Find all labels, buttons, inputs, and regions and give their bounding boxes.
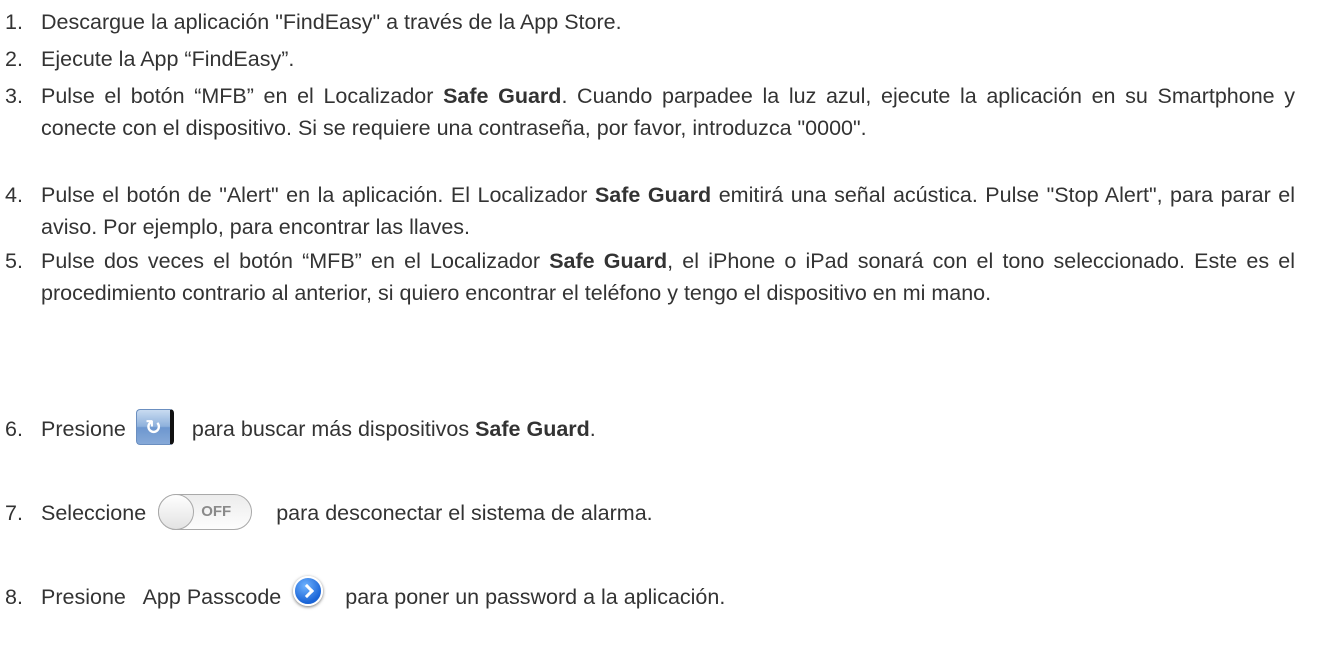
step-text: Pulse dos veces el botón “MFB” en el Loc… bbox=[41, 249, 1296, 305]
step-text: Ejecute la App “FindEasy”. bbox=[41, 47, 295, 71]
step-5: 5. Pulse dos veces el botón “MFB” en el … bbox=[5, 245, 1295, 309]
step-6: 6. Presionepara buscar más dispositivos … bbox=[5, 409, 1295, 446]
step-number: 1. bbox=[5, 10, 23, 34]
step-7: 7. Seleccione OFF para desconectar el sist… bbox=[5, 494, 1295, 531]
step-text: Presione App Passcode para poner un passw… bbox=[41, 576, 1295, 613]
step-number: 3. bbox=[5, 84, 23, 108]
step-text: Pulse el botón “MFB” en el Localizador S… bbox=[41, 84, 1295, 140]
toggle-label: OFF bbox=[201, 503, 232, 521]
product-name: Safe Guard bbox=[549, 249, 668, 273]
step-text: Pulse el botón de "Alert" en la aplicaci… bbox=[41, 183, 1296, 239]
step-text: Seleccione OFF para desconectar el sistema… bbox=[41, 494, 1295, 531]
step-number: 8. bbox=[5, 585, 23, 609]
step-2: 2. Ejecute la App “FindEasy”. bbox=[5, 43, 1295, 75]
refresh-icon bbox=[135, 409, 174, 446]
step-number: 2. bbox=[5, 47, 23, 71]
step-text: Descargue la aplicación "FindEasy" a tra… bbox=[41, 10, 622, 34]
product-name: Safe Guard bbox=[475, 417, 590, 441]
toggle-knob bbox=[158, 494, 195, 531]
disclosure-arrow-icon bbox=[293, 576, 324, 607]
step-8: 8. Presione App Passcode para poner un pa… bbox=[5, 576, 1295, 613]
step-4: 4. Pulse el botón de "Alert" en la aplic… bbox=[5, 179, 1295, 243]
step-number: 6. bbox=[5, 417, 23, 441]
instructions-document: 1. Descargue la aplicación "FindEasy" a … bbox=[0, 0, 1321, 650]
step-number: 5. bbox=[5, 249, 23, 273]
product-name: Safe Guard bbox=[594, 183, 712, 207]
step-1: 1. Descargue la aplicación "FindEasy" a … bbox=[5, 6, 1295, 38]
step-text: Presionepara buscar más dispositivos Saf… bbox=[41, 409, 1295, 446]
step-3: 3. Pulse el botón “MFB” en el Localizado… bbox=[5, 80, 1295, 144]
step-number: 4. bbox=[5, 183, 23, 207]
toggle-off-icon: OFF bbox=[158, 494, 253, 531]
product-name: Safe Guard bbox=[443, 84, 562, 108]
step-number: 7. bbox=[5, 501, 23, 525]
